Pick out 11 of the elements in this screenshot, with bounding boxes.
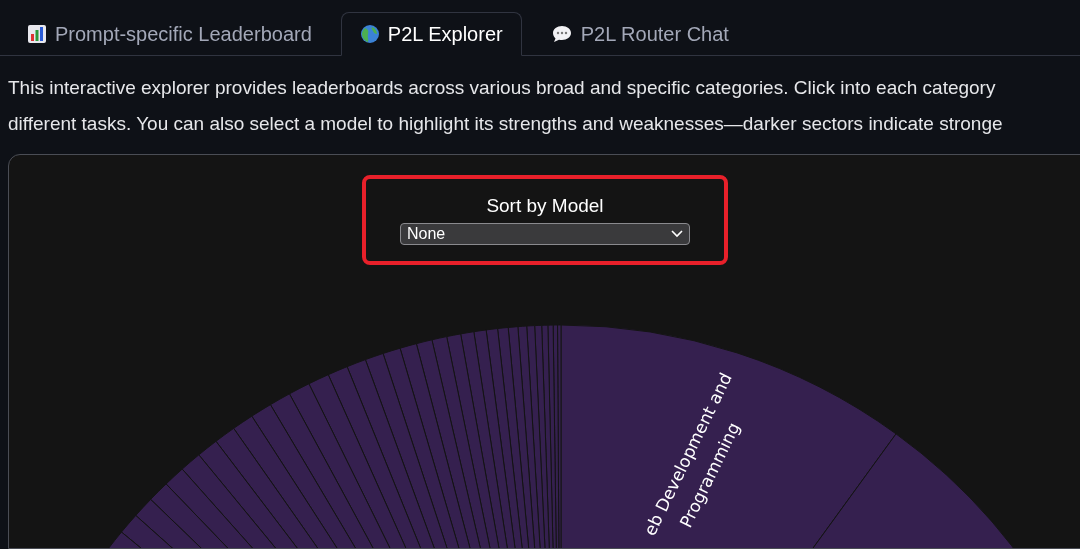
sort-label: Sort by Model xyxy=(486,195,604,217)
model-select[interactable]: None xyxy=(400,223,690,245)
tab[interactable]: Prompt-specific Leaderboard xyxy=(8,12,331,56)
globe-icon xyxy=(359,24,380,44)
bar-chart-icon xyxy=(27,24,47,44)
description-text: different tasks. You can also select a model to highlight its strengths and weaknesses—darker sectors indicate stronge xyxy=(8,112,1003,136)
tab[interactable]: P2L Router Chat xyxy=(531,12,748,56)
speech-bubble-icon xyxy=(550,24,573,44)
chevron-down-icon xyxy=(671,230,683,238)
description-text: This interactive explorer provides leaderboards across various broad and specific categories. Click into each category xyxy=(8,76,996,100)
tab[interactable]: P2L Explorer xyxy=(340,12,522,56)
